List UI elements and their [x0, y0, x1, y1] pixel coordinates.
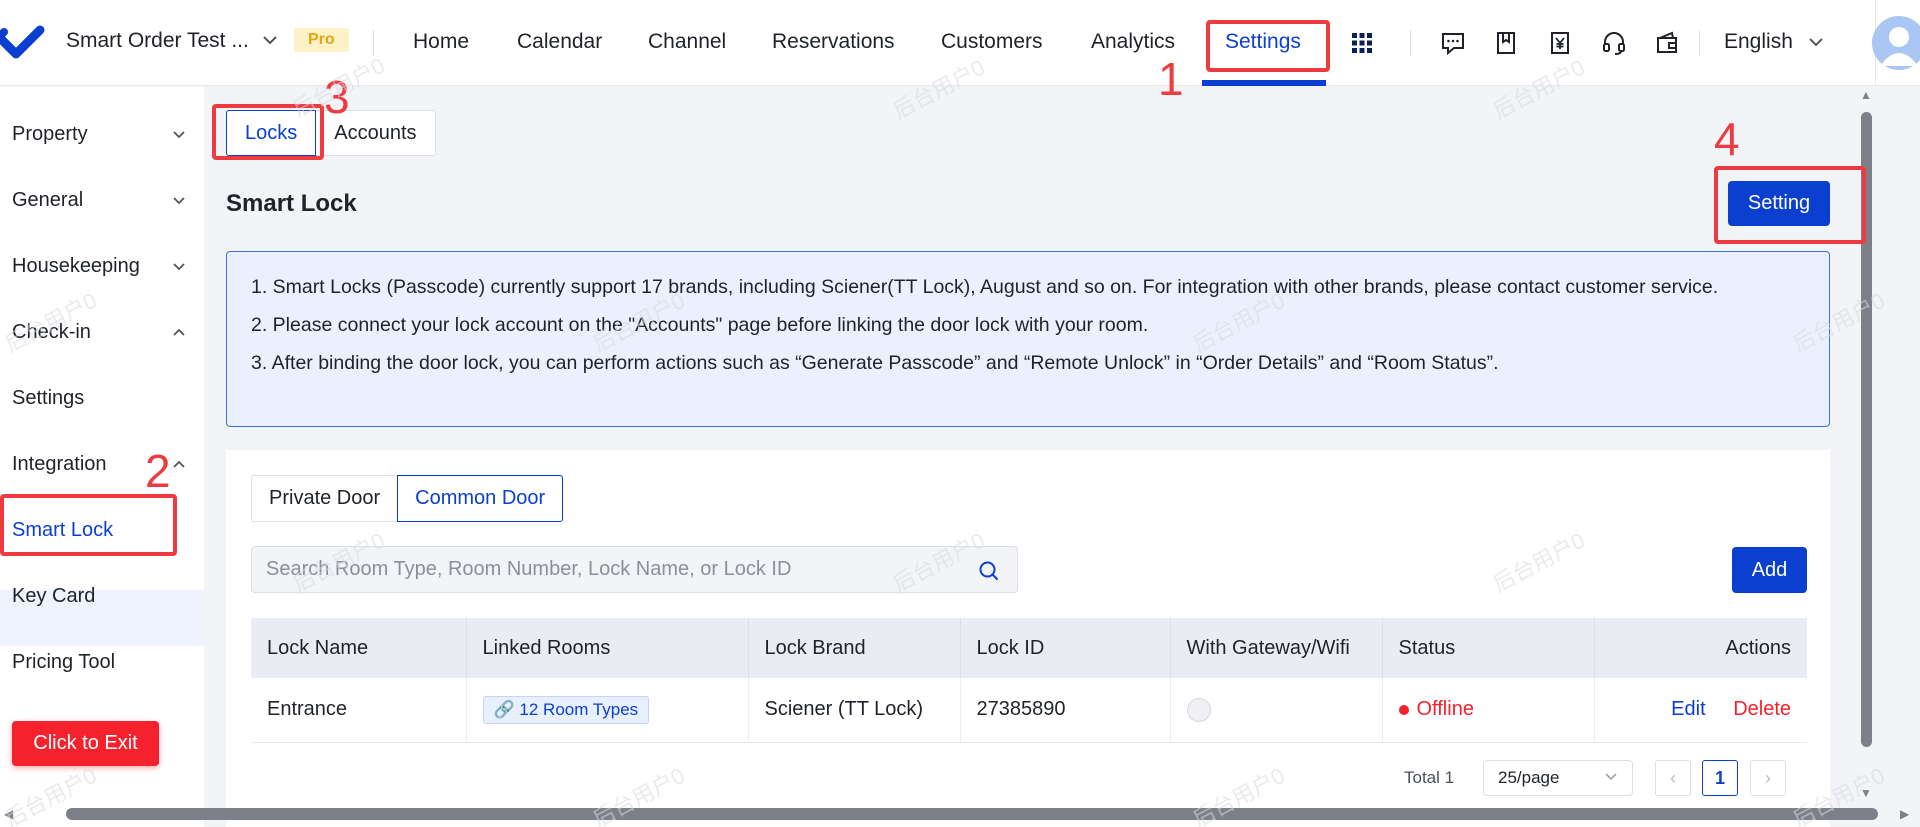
- scroll-up-arrow-icon[interactable]: ▲: [1860, 88, 1872, 102]
- column-header: Lock Brand: [748, 618, 961, 678]
- nav-channel[interactable]: Channel: [648, 30, 726, 54]
- chevron-up-icon[interactable]: [172, 459, 186, 469]
- link-icon: 🔗: [493, 699, 515, 719]
- nav-calendar[interactable]: Calendar: [517, 30, 602, 54]
- divider: [1410, 30, 1411, 56]
- chevron-down-icon[interactable]: [1808, 36, 1824, 48]
- tab-private-door[interactable]: Private Door: [251, 475, 398, 522]
- app-logo-icon[interactable]: [0, 22, 46, 64]
- lock-name-cell: Entrance: [251, 678, 467, 743]
- status-badge: Offline: [1416, 698, 1474, 721]
- edit-link[interactable]: Edit: [1671, 698, 1705, 720]
- pagination-total: Total 1: [1404, 768, 1455, 787]
- language-selector[interactable]: English: [1724, 30, 1793, 54]
- annotation-box-smart-lock: [0, 494, 177, 556]
- search-icon[interactable]: [978, 560, 1000, 582]
- sidebar-item-key-card[interactable]: Key Card: [12, 585, 95, 608]
- chevron-down-icon[interactable]: [172, 130, 186, 140]
- sidebar-item-housekeeping[interactable]: Housekeeping: [12, 255, 140, 278]
- scroll-right-arrow-icon[interactable]: ▶: [1900, 807, 1909, 821]
- nav-analytics[interactable]: Analytics: [1091, 30, 1175, 54]
- horizontal-scrollbar-thumb[interactable]: [66, 808, 1878, 820]
- divider: [1699, 30, 1700, 56]
- prev-page-button[interactable]: ‹: [1655, 760, 1691, 796]
- chevron-up-icon[interactable]: [172, 327, 186, 337]
- gateway-cell: [1170, 678, 1383, 743]
- tab-common-door[interactable]: Common Door: [397, 475, 564, 522]
- actions-cell: Edit Delete: [1594, 678, 1807, 743]
- sidebar: Property General Housekeeping Check-in S…: [0, 87, 204, 827]
- door-type-tabs: Private Door Common Door: [251, 475, 564, 522]
- chevron-down-icon[interactable]: [172, 196, 186, 206]
- column-header: Status: [1382, 618, 1595, 678]
- plan-badge: Pro: [294, 28, 349, 52]
- chevron-left-icon: ‹: [1670, 768, 1676, 788]
- headset-icon[interactable]: [1601, 30, 1627, 56]
- info-line: 1. Smart Locks (Passcode) currently supp…: [251, 276, 1719, 298]
- annotation-box-settings: [1206, 20, 1330, 72]
- property-selector[interactable]: Smart Order Test ...: [66, 29, 249, 53]
- linked-rooms-cell: 🔗 12 Room Types: [466, 678, 749, 743]
- column-header: Lock Name: [251, 618, 467, 678]
- lock-brand-cell: Sciener (TT Lock): [748, 678, 961, 743]
- message-icon[interactable]: [1440, 30, 1466, 56]
- gateway-indicator: [1186, 697, 1211, 722]
- column-header: Actions: [1594, 618, 1807, 678]
- table-header-row: Lock Name Linked Rooms Lock Brand Lock I…: [251, 618, 1807, 678]
- column-header: With Gateway/Wifi: [1170, 618, 1383, 678]
- apps-grid-icon[interactable]: [1349, 30, 1375, 56]
- info-line: 3. After binding the door lock, you can …: [251, 352, 1499, 374]
- nav-home[interactable]: Home: [413, 30, 469, 54]
- nav-reservations[interactable]: Reservations: [772, 30, 895, 54]
- lock-id-cell: 27385890: [960, 678, 1171, 743]
- annotation-number: 2: [145, 445, 171, 497]
- page-number-button[interactable]: 1: [1702, 760, 1738, 796]
- chevron-right-icon: ›: [1765, 768, 1771, 788]
- annotation-number: 1: [1158, 53, 1184, 105]
- info-notice: 1. Smart Locks (Passcode) currently supp…: [226, 251, 1830, 427]
- page-title: Smart Lock: [226, 190, 357, 217]
- sidebar-item-property[interactable]: Property: [12, 123, 88, 146]
- wallet-icon[interactable]: [1654, 30, 1680, 56]
- avatar[interactable]: [1872, 16, 1920, 70]
- add-button[interactable]: Add: [1732, 547, 1807, 593]
- annotation-box-setting-button: [1714, 166, 1866, 244]
- sidebar-item-pricing-tool[interactable]: Pricing Tool: [12, 651, 115, 674]
- nav-active-indicator: [1202, 80, 1326, 86]
- nav-customers[interactable]: Customers: [941, 30, 1043, 54]
- status-dot-icon: [1398, 704, 1409, 715]
- linked-rooms-label: 12 Room Types: [519, 699, 639, 719]
- column-header: Linked Rooms: [466, 618, 749, 678]
- annotation-number: 4: [1714, 113, 1740, 165]
- delete-link[interactable]: Delete: [1733, 698, 1791, 720]
- bookmark-icon[interactable]: [1493, 30, 1519, 56]
- chevron-down-icon[interactable]: [262, 34, 278, 46]
- chevron-down-icon[interactable]: [1604, 772, 1618, 782]
- sidebar-item-settings[interactable]: Settings: [12, 387, 84, 410]
- status-cell: Offline: [1382, 678, 1595, 743]
- column-header: Lock ID: [960, 618, 1171, 678]
- info-line: 2. Please connect your lock account on t…: [251, 314, 1149, 336]
- chevron-down-icon[interactable]: [172, 262, 186, 272]
- lock-list-card: Private Door Common Door Add Lock Name L…: [226, 450, 1830, 827]
- sidebar-item-integration[interactable]: Integration: [12, 453, 107, 476]
- linked-rooms-tag[interactable]: 🔗 12 Room Types: [482, 695, 650, 724]
- next-page-button[interactable]: ›: [1750, 760, 1786, 796]
- locks-table: Lock Name Linked Rooms Lock Brand Lock I…: [251, 618, 1807, 743]
- sidebar-item-general[interactable]: General: [12, 189, 83, 212]
- table-row: Entrance 🔗 12 Room Types Sciener (TT Loc…: [251, 678, 1807, 743]
- user-icon: [1880, 27, 1918, 66]
